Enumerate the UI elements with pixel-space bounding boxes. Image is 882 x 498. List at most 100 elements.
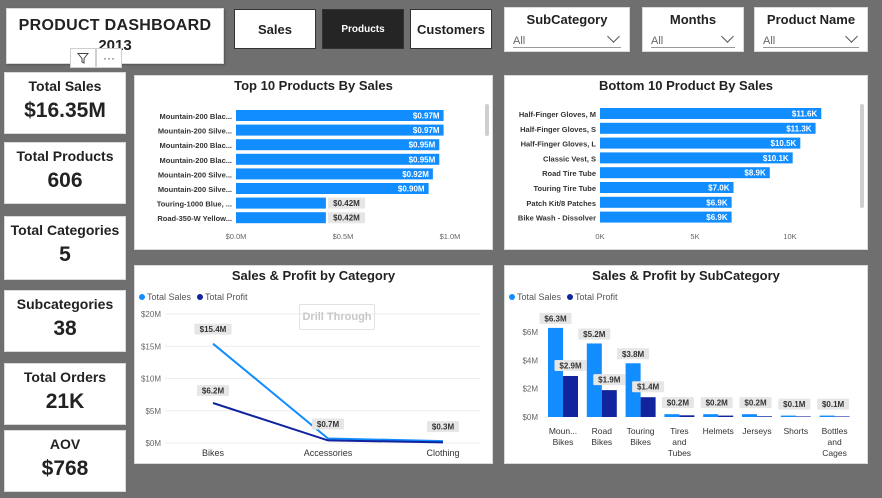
category-label: Half-Finger Gloves, M xyxy=(519,110,596,119)
product-name-dropdown[interactable]: All xyxy=(763,30,859,48)
x-tick-label: Bikes xyxy=(630,437,651,447)
data-label: $1.9M xyxy=(598,376,621,385)
product-name-value: All xyxy=(763,35,776,47)
y-tick-label: $0M xyxy=(145,439,161,448)
months-slicer[interactable]: Months All xyxy=(642,7,744,52)
kpi-value: 5 xyxy=(59,243,71,266)
category-label: Half-Finger Gloves, S xyxy=(520,125,596,134)
category-label: Mountain-200 Silve... xyxy=(158,185,232,194)
x-tick-label: Cages xyxy=(822,448,847,458)
category-label: Mountain-200 Blac... xyxy=(159,156,232,165)
months-dropdown[interactable]: All xyxy=(651,30,735,48)
bottom10-products-chart[interactable]: Bottom 10 Product By Sales Half-Finger G… xyxy=(504,75,868,250)
y-tick-label: $10M xyxy=(141,375,161,384)
product-name-slicer-title: Product Name xyxy=(766,12,856,27)
x-tick-label: Bikes xyxy=(202,448,225,458)
x-tick-label: and xyxy=(672,437,686,447)
kpi-label: Total Orders xyxy=(23,369,107,385)
drill-through-button[interactable]: Drill Through xyxy=(299,304,375,330)
bar xyxy=(600,108,822,119)
bar xyxy=(601,390,617,417)
top10-chart-svg: Mountain-200 Blac... $0.97M Mountain-200 S… xyxy=(157,110,461,241)
data-label: $0.95M xyxy=(409,155,436,164)
bar xyxy=(834,416,850,417)
x-tick-label: Jerseys xyxy=(742,426,771,436)
bar xyxy=(780,415,796,417)
data-label: $0.2M xyxy=(667,399,690,408)
data-label: $0.1M xyxy=(783,400,806,409)
data-label: $0.7M xyxy=(317,420,340,429)
sales-profit-category-chart[interactable]: Sales & Profit by Category Total Sales T… xyxy=(134,265,493,464)
bar xyxy=(236,212,326,224)
scrollbar[interactable] xyxy=(485,104,489,136)
category-label: Road-350-W Yellow... xyxy=(157,214,232,223)
bar xyxy=(742,414,757,417)
x-tick-label: $0.0M xyxy=(226,232,247,241)
kpi-value: $16.35M xyxy=(24,99,106,122)
data-label: $10.1K xyxy=(763,154,789,163)
data-label: $0.92M xyxy=(402,170,429,179)
category-chart-svg: $0M $5M $10M $15M $20M Bikes Accessories Clothi… xyxy=(141,310,480,458)
kpi-value: 606 xyxy=(47,169,83,192)
bar xyxy=(718,415,734,417)
kpi-value: $768 xyxy=(41,457,89,480)
x-tick-label: Touring xyxy=(627,426,655,436)
top10-products-chart[interactable]: Top 10 Products By Sales Mountain-200 Bl… xyxy=(134,75,493,250)
x-tick-label: Accessories xyxy=(304,448,353,458)
data-label: $0.97M xyxy=(413,126,440,135)
nav-sales-button[interactable]: Sales xyxy=(234,9,316,49)
filter-icon[interactable] xyxy=(70,48,96,68)
subcategory-slicer[interactable]: SubCategory All xyxy=(504,7,630,52)
data-label: $6.3M xyxy=(544,314,567,323)
bar xyxy=(236,197,326,209)
category-label: Touring Tire Tube xyxy=(534,184,597,193)
scrollbar[interactable] xyxy=(860,104,864,208)
x-tick-label: $1.0M xyxy=(440,232,461,241)
data-label: $10.5K xyxy=(771,139,797,148)
y-tick-label: $15M xyxy=(141,342,161,351)
x-tick-label: Clothing xyxy=(426,448,459,458)
bar xyxy=(679,415,695,417)
kpi-value: 21K xyxy=(45,390,85,413)
chevron-down-icon xyxy=(607,30,620,43)
x-tick-label: Shorts xyxy=(784,426,809,436)
more-options-icon[interactable]: ··· xyxy=(96,48,122,68)
x-tick-label: Road xyxy=(592,426,613,436)
x-tick-label: Bikes xyxy=(591,437,612,447)
kpi-label: Total Products xyxy=(16,148,114,164)
sales-profit-subcategory-chart[interactable]: Sales & Profit by SubCategory Total Sale… xyxy=(504,265,868,464)
bar xyxy=(819,415,835,417)
kpi-label: Subcategories xyxy=(16,296,114,312)
bar xyxy=(703,414,719,417)
kpi-total-products: Total Products 606 xyxy=(4,142,126,204)
y-tick-label: $6M xyxy=(522,328,538,337)
bar xyxy=(600,122,816,134)
nav-products-button[interactable]: Products xyxy=(322,9,404,49)
x-tick-label: Tubes xyxy=(668,448,691,458)
kpi-label: Total Sales xyxy=(28,78,102,94)
subcategory-dropdown[interactable]: All xyxy=(513,30,621,48)
months-value: All xyxy=(651,35,664,47)
data-label: $11.3K xyxy=(786,124,812,133)
data-label: $6.2M xyxy=(202,387,225,396)
y-tick-label: $5M xyxy=(145,407,161,416)
y-tick-label: $4M xyxy=(522,356,538,365)
x-tick-label: 0K xyxy=(595,232,604,241)
y-tick-label: $2M xyxy=(522,385,538,394)
product-name-slicer[interactable]: Product Name All xyxy=(754,7,868,52)
bar xyxy=(795,416,811,417)
bar xyxy=(548,327,563,417)
data-label: $2.9M xyxy=(559,361,582,370)
x-tick-label: 5K xyxy=(690,232,699,241)
nav-customers-button[interactable]: Customers xyxy=(410,9,492,49)
dashboard-title: PRODUCT DASHBOARD xyxy=(18,17,212,34)
data-label: $6.9K xyxy=(706,198,728,207)
kpi-total-categories: Total Categories 5 xyxy=(4,216,126,280)
kpi-total-sales: Total Sales $16.35M xyxy=(4,72,126,134)
subcategory-chart-svg: $0M$2M$4M$6MMoun...BikesRoadBikesTouring… xyxy=(522,312,850,458)
data-label: $0.3M xyxy=(432,423,455,432)
y-tick-label: $0M xyxy=(522,413,538,422)
data-label: $0.95M xyxy=(409,141,436,150)
kpi-label: Total Categories xyxy=(10,222,120,238)
category-label: Half-Finger Gloves, L xyxy=(521,140,597,149)
